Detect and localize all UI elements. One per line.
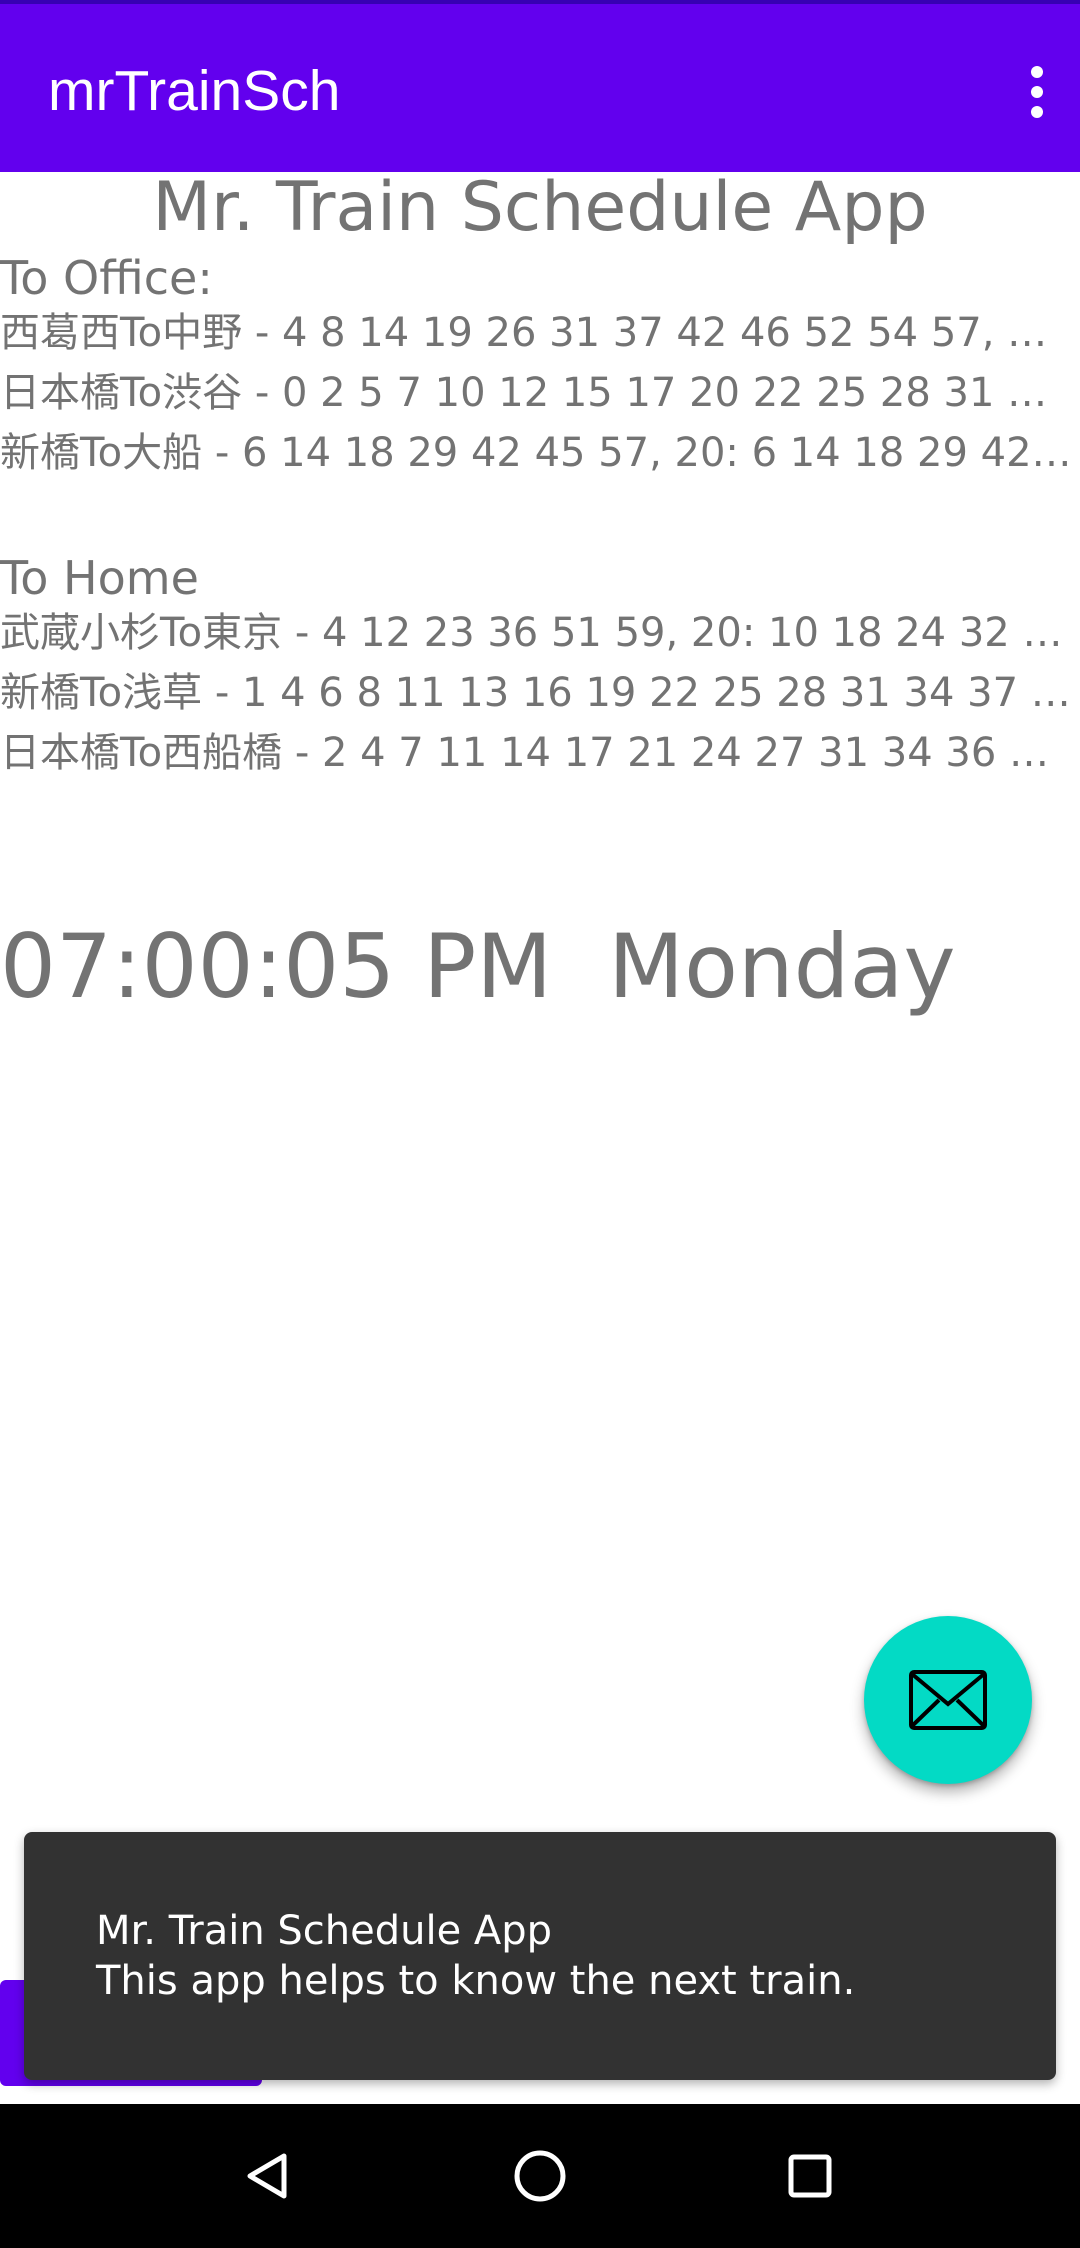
overflow-dot	[1031, 86, 1043, 98]
to-office-title: To Office:	[0, 251, 213, 305]
overflow-dot	[1031, 106, 1043, 118]
snackbar-message: Mr. Train Schedule App This app helps to…	[96, 1908, 856, 2004]
clock-display: 07:00:05 PM Monday	[0, 915, 956, 1018]
schedule-line-home-3: 日本橋To西船橋 - 2 4 7 11 14 17 21 24 27 31 34…	[0, 730, 1072, 776]
home-icon	[514, 2150, 566, 2202]
app-title: mrTrainSch	[48, 59, 341, 123]
back-button[interactable]	[228, 2136, 308, 2216]
page-title: Mr. Train Schedule App	[152, 168, 928, 247]
to-home-title: To Home	[0, 551, 199, 605]
overflow-dot	[1031, 66, 1043, 78]
snackbar: Mr. Train Schedule App This app helps to…	[24, 1832, 1056, 2080]
schedule-line-office-2: 日本橋To渋谷 - 0 2 5 7 10 12 15 17 20 22 25 2…	[0, 370, 1072, 416]
recents-icon	[788, 2154, 832, 2198]
more-vert-icon[interactable]	[1008, 48, 1066, 136]
app-bar: mrTrainSch	[0, 0, 1080, 172]
email-icon	[909, 1670, 987, 1730]
home-button[interactable]	[500, 2136, 580, 2216]
schedule-line-office-1: 西葛西To中野 - 4 8 14 19 26 31 37 42 46 52 54…	[0, 310, 1072, 356]
schedule-line-office-3: 新橋To大船 - 6 14 18 29 42 45 57, 20: 6 14 1…	[0, 430, 1072, 476]
back-icon	[247, 2153, 287, 2199]
system-nav-bar	[0, 2104, 1080, 2248]
schedule-line-home-1: 武蔵小杉To東京 - 4 12 23 36 51 59, 20: 10 18 2…	[0, 610, 1072, 656]
recents-button[interactable]	[770, 2136, 850, 2216]
schedule-line-home-2: 新橋To浅草 - 1 4 6 8 11 13 16 19 22 25 28 31…	[0, 670, 1072, 716]
email-fab[interactable]	[864, 1616, 1032, 1784]
